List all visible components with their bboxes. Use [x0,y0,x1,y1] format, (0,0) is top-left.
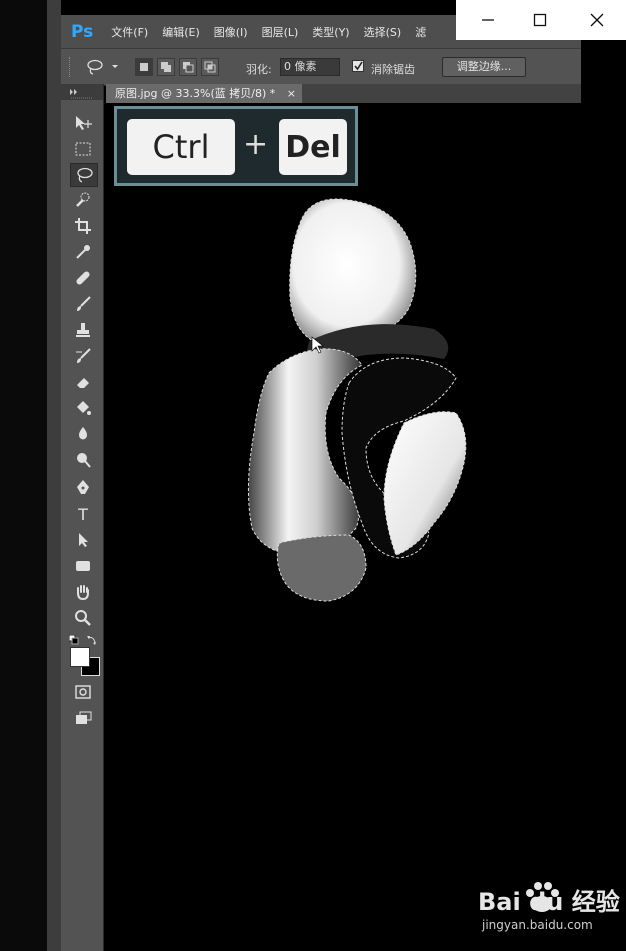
quick-selection-tool-icon[interactable] [70,189,96,211]
window-controls [456,0,626,40]
minimize-icon[interactable] [478,10,498,30]
intersect-selection-icon[interactable] [201,58,219,76]
brush-tool-icon[interactable] [70,293,96,315]
blur-tool-icon[interactable] [70,423,96,445]
zoom-tool-icon[interactable] [70,607,96,629]
add-selection-icon[interactable] [157,58,175,76]
tools-panel: T [61,84,104,951]
document-tab-title: 原图.jpg @ 33.3%(蓝 拷贝/8) * [115,87,276,100]
maximize-icon[interactable] [530,10,550,30]
options-bar: 羽化: 0 像素 消除锯齿 调整边缘... [61,48,581,86]
menu-image[interactable]: 图像(I) [214,24,248,40]
history-brush-tool-icon[interactable] [70,345,96,367]
nose-image [247,198,467,602]
move-tool-icon[interactable] [70,112,96,134]
screen-mode-icon[interactable] [70,707,96,729]
quick-mask-icon[interactable] [70,681,96,703]
menu-select[interactable]: 选择(S) [364,24,402,40]
options-grip[interactable] [69,57,74,77]
lasso-tool-preset-icon[interactable] [85,58,119,80]
antialias-checkbox[interactable] [352,60,364,72]
menu-filter[interactable]: 滤 [415,24,426,40]
del-key: Del [279,119,347,175]
hand-tool-icon[interactable] [70,581,96,603]
lasso-tool-icon[interactable] [70,163,98,187]
foreground-color-swatch[interactable] [70,647,90,667]
close-icon[interactable] [587,10,607,30]
healing-brush-tool-icon[interactable] [70,267,96,289]
document-tab[interactable]: 原图.jpg @ 33.3%(蓝 拷贝/8) * × [106,84,302,103]
menu-layer[interactable]: 图层(L) [262,24,299,40]
menu-edit[interactable]: 编辑(E) [162,24,200,40]
dodge-tool-icon[interactable] [70,449,96,471]
document-canvas[interactable] [104,103,626,951]
feather-input[interactable]: 0 像素 [280,58,340,76]
app-frame [47,0,61,951]
eraser-tool-icon[interactable] [70,371,96,393]
feather-label: 羽化: [246,63,272,76]
ctrl-key: Ctrl [127,119,235,175]
clone-stamp-tool-icon[interactable] [70,319,96,341]
pen-tool-icon[interactable] [70,477,96,499]
path-selection-tool-icon[interactable] [70,529,96,551]
subtract-selection-icon[interactable] [179,58,197,76]
watermark-url: jingyan.baidu.com [482,918,593,932]
plus-sign: + [243,127,269,162]
ps-logo: Ps [71,21,94,42]
watermark-brand: Bai du 经验 [478,888,620,916]
refine-edge-button[interactable]: 调整边缘... [442,57,526,77]
crop-tool-icon[interactable] [70,215,96,237]
marquee-tool-icon[interactable] [70,138,96,160]
baidu-watermark: Bai du 经验 jingyan.baidu.com [478,880,626,940]
paint-bucket-tool-icon[interactable] [70,397,96,419]
tab-strip [302,84,581,103]
eyedropper-tool-icon[interactable] [70,241,96,263]
menu-file[interactable]: 文件(F) [111,24,148,40]
type-tool-icon[interactable]: T [70,503,96,525]
rectangle-tool-icon[interactable] [70,555,96,577]
tools-panel-header[interactable] [61,84,103,100]
new-selection-icon[interactable] [135,58,153,76]
antialias-label: 消除锯齿 [371,63,415,76]
desktop-edge [0,0,47,951]
menu-type[interactable]: 类型(Y) [312,24,349,40]
shortcut-overlay: Ctrl + Del [114,106,358,186]
tab-close-icon[interactable]: × [287,84,296,103]
